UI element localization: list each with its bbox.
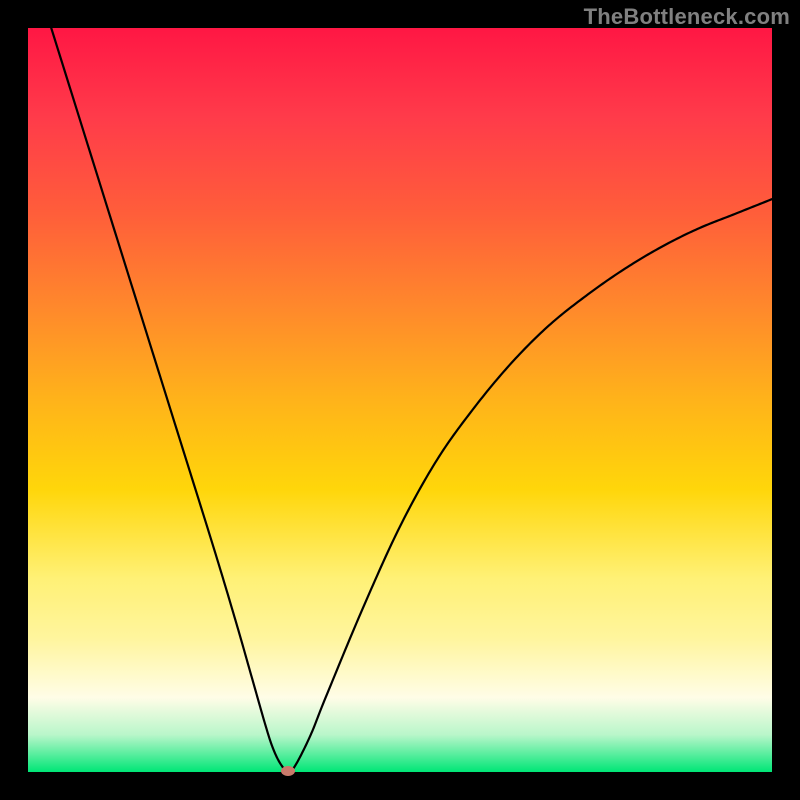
bottleneck-curve <box>28 28 772 772</box>
watermark-text: TheBottleneck.com <box>584 4 790 30</box>
chart-stage: TheBottleneck.com <box>0 0 800 800</box>
optimum-marker <box>281 766 295 776</box>
plot-area <box>28 28 772 772</box>
